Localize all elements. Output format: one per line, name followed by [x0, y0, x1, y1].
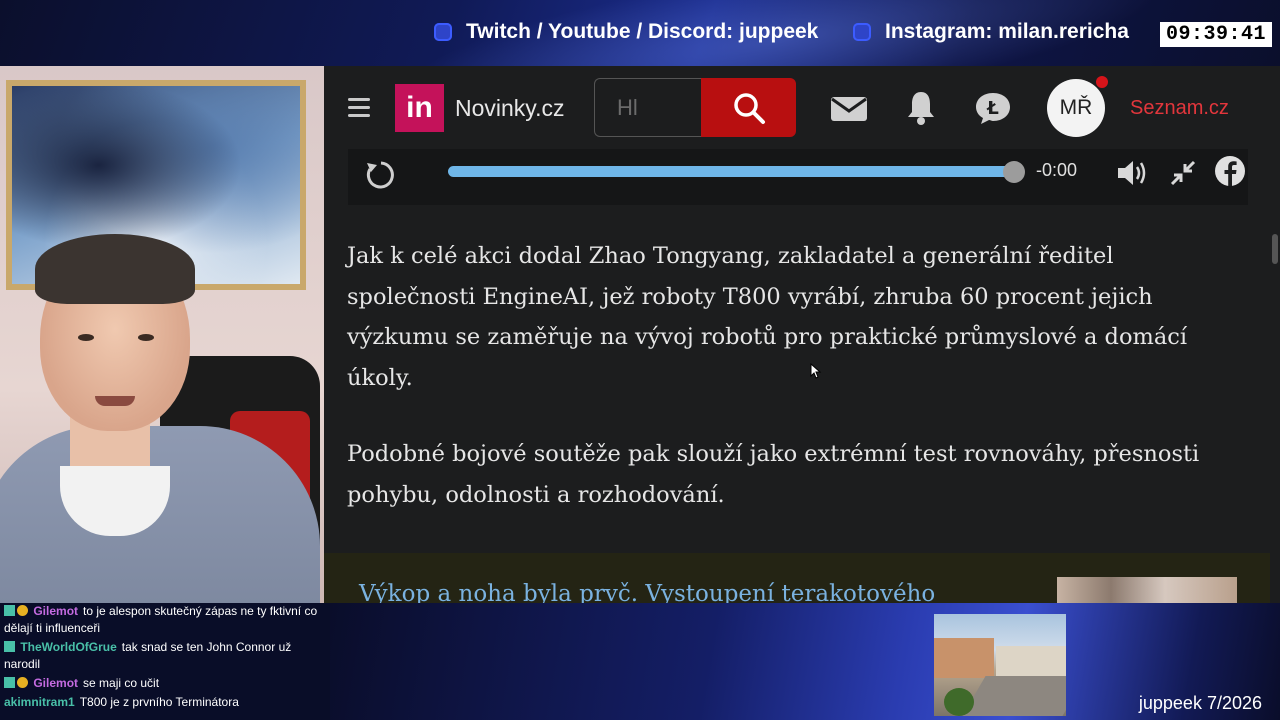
search-button[interactable] — [701, 78, 796, 137]
mail-icon[interactable] — [830, 96, 868, 122]
search-bar — [594, 78, 796, 137]
cctv-house — [996, 646, 1066, 676]
subscriber-badge-icon — [4, 605, 15, 616]
browser-viewport: in Novinky.cz Ł MŘ Seznam.cz — [324, 66, 1280, 603]
progress-track[interactable] — [448, 166, 1013, 177]
social-instagram: Instagram: milan.rericha — [853, 20, 1129, 44]
chat-message: Gilemot to je alespon skutečný zápas ne t… — [0, 603, 330, 637]
time-remaining: -0:00 — [1036, 160, 1078, 180]
collapse-icon[interactable] — [1170, 160, 1196, 186]
page-scrollbar[interactable] — [1270, 66, 1280, 603]
search-icon — [733, 92, 765, 124]
user-avatar[interactable]: MŘ — [1047, 79, 1105, 137]
scrollbar-thumb[interactable] — [1272, 234, 1278, 264]
street-camera-feed — [934, 614, 1066, 716]
menu-icon[interactable] — [348, 98, 370, 122]
chat-message: TheWorldOfGrue tak snad se ten John Conno… — [0, 639, 330, 673]
site-name[interactable]: Novinky.cz — [455, 95, 565, 122]
novinky-logo[interactable]: in — [395, 84, 444, 132]
stream-bottom-overlay — [330, 603, 1280, 720]
chat-message: akimnitram1 T800 je z prvního Terminátora — [0, 694, 330, 711]
audio-player: -0:00 — [348, 149, 1248, 205]
social-twitch-text: Twitch / Youtube / Discord: juppeek — [466, 20, 819, 43]
cctv-house — [934, 638, 994, 678]
article-paragraph: Podobné bojové soutěže pak slouží jako e… — [347, 441, 1200, 508]
chat-username: akimnitram1 — [4, 695, 75, 709]
chat-message: Gilemot se maji co učit — [0, 675, 330, 692]
chat-text: T800 je z prvního Terminátora — [79, 695, 239, 709]
instagram-icon — [853, 23, 871, 41]
article-body: Jak k celé akci dodal Zhao Tongyang, zak… — [347, 236, 1237, 551]
streamer-eye-right — [138, 334, 154, 341]
cctv-tree — [944, 688, 974, 716]
streamer-eye-left — [78, 334, 94, 341]
related-article-card[interactable]: Výkop a noha byla prvč. Vystoupení terak… — [324, 553, 1272, 603]
bits-badge-icon — [17, 677, 28, 688]
cctv-road — [962, 676, 1066, 716]
svg-text:Ł: Ł — [986, 98, 999, 119]
twitch-icon — [434, 23, 452, 41]
chat-username: Gilemot — [33, 604, 79, 618]
volume-icon[interactable] — [1116, 158, 1150, 188]
stream-top-overlay: Twitch / Youtube / Discord: juppeek Inst… — [0, 0, 1280, 66]
seznam-link[interactable]: Seznam.cz — [1130, 97, 1229, 120]
mouse-cursor-icon — [810, 363, 822, 379]
related-article-title[interactable]: Výkop a noha byla prvč. Vystoupení terak… — [359, 581, 935, 603]
related-article-thumbnail[interactable] — [1057, 577, 1237, 603]
search-input[interactable] — [594, 78, 702, 137]
streamer-mouth — [95, 396, 135, 406]
bell-icon[interactable] — [907, 90, 935, 126]
lide-icon[interactable]: Ł — [974, 91, 1012, 125]
social-twitch: Twitch / Youtube / Discord: juppeek — [434, 20, 818, 44]
facebook-icon[interactable] — [1214, 155, 1246, 187]
chat-text: se maji co učit — [83, 676, 160, 690]
chat-username: Gilemot — [33, 676, 79, 690]
subscriber-badge-icon — [4, 677, 15, 688]
notification-dot — [1096, 76, 1108, 88]
stream-clock: 09:39:41 — [1159, 22, 1272, 47]
chat-username: TheWorldOfGrue — [20, 640, 117, 654]
footer-tag: juppeek 7/2026 — [1138, 693, 1262, 713]
social-instagram-text: Instagram: milan.rericha — [885, 20, 1129, 43]
article-paragraph: Jak k celé akci dodal Zhao Tongyang, zak… — [347, 243, 1188, 391]
bits-badge-icon — [17, 605, 28, 616]
chat-panel: Gilemot to je alespon skutečný zápas ne t… — [0, 603, 330, 720]
site-header: in Novinky.cz Ł MŘ Seznam.cz — [324, 66, 1280, 151]
progress-knob[interactable] — [1003, 161, 1025, 183]
subscriber-badge-icon — [4, 641, 15, 652]
replay-icon[interactable] — [365, 159, 397, 191]
streamer-hair — [35, 234, 195, 304]
webcam-feed — [0, 66, 324, 603]
